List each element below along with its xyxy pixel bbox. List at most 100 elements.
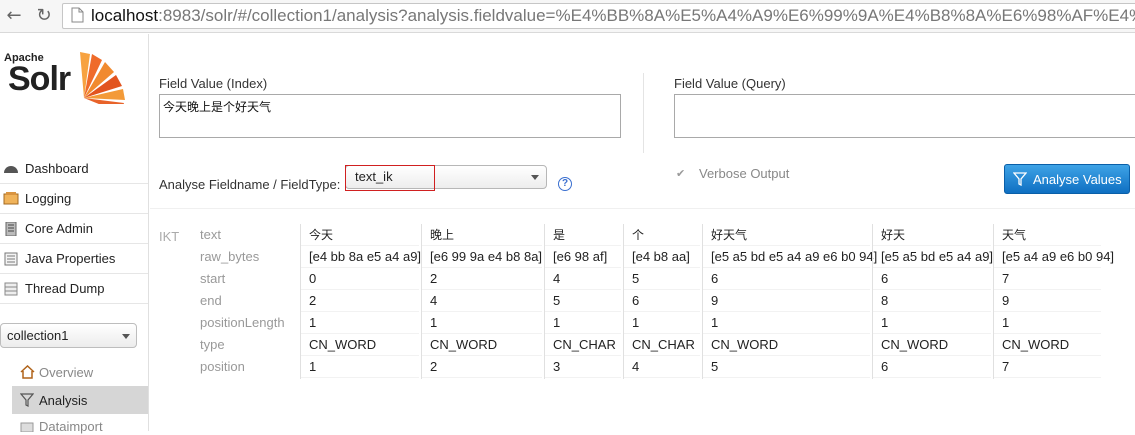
main-menu: Dashboard Logging Core Admin Java Proper…	[0, 154, 148, 304]
token-end-cell: 9	[994, 290, 1101, 312]
token-text-cell: 个	[624, 224, 700, 246]
token-positionlength-cell: 1	[873, 312, 991, 334]
token-positionlength-cell: 1	[994, 312, 1101, 334]
fieldtype-select[interactable]: text_ik	[345, 165, 547, 191]
token-end-cell: 6	[624, 290, 700, 312]
core-item-analysis[interactable]: Analysis	[12, 386, 148, 414]
token-column: 个 [e4 b8 aa] 5 6 1 CN_CHAR 4	[623, 224, 700, 379]
core-item-label: Analysis	[39, 392, 88, 408]
core-item-label: Dataimport	[39, 419, 103, 434]
token-type-cell: CN_WORD	[301, 334, 419, 356]
token-position-cell: 7	[994, 356, 1101, 378]
row-label: text	[200, 227, 221, 242]
browser-toolbar: ← ↻ localhost:8983/solr/#/collection1/an…	[0, 0, 1135, 33]
logo-solr-text[interactable]: Solr	[8, 60, 71, 99]
dataimport-icon	[20, 420, 36, 434]
field-value-index-label: Field Value (Index)	[159, 76, 268, 91]
core-admin-icon	[3, 221, 21, 236]
token-positionlength-cell: 1	[545, 312, 621, 334]
home-icon	[20, 364, 36, 379]
sidebar-item-label: Thread Dump	[25, 281, 105, 296]
core-selector[interactable]: collection1	[0, 323, 137, 348]
back-arrow-icon[interactable]: ←	[2, 4, 26, 28]
highlight-box	[345, 165, 435, 191]
url-path: :8983/solr/#/collection1/analysis?analys…	[158, 6, 1135, 25]
token-positionlength-cell: 1	[301, 312, 419, 334]
sidebar-item-dashboard[interactable]: Dashboard	[0, 154, 148, 184]
token-position-cell: 5	[703, 356, 870, 378]
sidebar-item-core-admin[interactable]: Core Admin	[0, 214, 148, 244]
token-text-cell: 是	[545, 224, 621, 246]
token-column: 晚上 [e6 99 9a e4 b8 8a] 2 4 1 CN_WORD 2	[421, 224, 542, 379]
logging-icon	[3, 191, 21, 206]
token-text-cell: 晚上	[422, 224, 542, 246]
token-position-cell: 3	[545, 356, 621, 378]
core-item-label: Overview	[39, 364, 94, 380]
help-icon[interactable]: ?	[558, 177, 572, 191]
token-start-cell: 0	[301, 268, 419, 290]
token-type-cell: CN_CHAR	[545, 334, 621, 356]
chevron-down-icon	[122, 334, 130, 339]
analyse-values-label: Analyse Values	[1033, 171, 1122, 187]
column-divider	[643, 73, 644, 153]
token-end-cell: 8	[873, 290, 991, 312]
row-label: positionLength	[200, 315, 285, 330]
analysis-row-labels: text raw_bytes start end positionLength …	[200, 224, 298, 378]
token-position-cell: 2	[422, 356, 542, 378]
solr-logo-sun-icon	[66, 40, 130, 113]
token-text-cell: 天气	[994, 224, 1101, 246]
address-bar[interactable]: localhost:8983/solr/#/collection1/analys…	[62, 3, 1135, 29]
analysis-stage-name: IKT	[159, 229, 180, 244]
checkbox-checked-icon[interactable]: ✔	[676, 168, 688, 180]
token-type-cell: CN_WORD	[873, 334, 991, 356]
thread-dump-icon	[3, 282, 21, 296]
analyse-values-button[interactable]: Analyse Values	[1004, 164, 1130, 194]
filter-icon	[19, 393, 36, 407]
token-start-cell: 5	[624, 268, 700, 290]
chevron-down-icon	[531, 175, 539, 180]
row-label: type	[200, 337, 225, 352]
token-text-cell: 今天	[301, 224, 419, 246]
token-start-cell: 7	[994, 268, 1101, 290]
row-label: raw_bytes	[200, 249, 260, 264]
token-end-cell: 9	[703, 290, 870, 312]
url-host: localhost	[91, 6, 159, 25]
sidebar-item-java-properties[interactable]: Java Properties	[0, 244, 148, 274]
dashboard-icon	[3, 162, 21, 176]
token-position-cell: 1	[301, 356, 419, 378]
field-value-index-input[interactable]	[159, 94, 621, 138]
core-item-dataimport[interactable]: Dataimport	[12, 414, 148, 434]
token-type-cell: CN_WORD	[422, 334, 542, 356]
token-end-cell: 5	[545, 290, 621, 312]
token-start-cell: 6	[703, 268, 870, 290]
field-value-query-input[interactable]	[674, 94, 1135, 138]
token-column: 好天气 [e5 a5 bd e5 a4 a9 e6 b0 94] 6 9 1 CN_WOR…	[702, 224, 877, 379]
token-raw_bytes-cell: [e4 b8 aa]	[624, 246, 700, 268]
reload-icon[interactable]: ↻	[32, 4, 56, 28]
sidebar-item-label: Java Properties	[25, 251, 116, 266]
token-column: 天气 [e5 a4 a9 e6 b0 94] 7 9 1 CN_WORD 7	[993, 224, 1114, 379]
verbose-output-label: Verbose Output	[699, 166, 790, 181]
row-label: end	[200, 293, 222, 308]
verbose-output-toggle[interactable]: ✔ Verbose Output	[676, 166, 789, 181]
core-item-overview[interactable]: Overview	[12, 358, 148, 386]
token-start-cell: 6	[873, 268, 991, 290]
token-end-cell: 2	[301, 290, 419, 312]
token-column: 好天 [e5 a5 bd e5 a4 a9] 6 8 1 CN_WORD 6	[872, 224, 993, 379]
field-value-query-label: Field Value (Query)	[674, 76, 786, 91]
token-raw_bytes-cell: [e5 a5 bd e5 a4 a9]	[873, 246, 993, 268]
token-positionlength-cell: 1	[422, 312, 542, 334]
sidebar-item-label: Core Admin	[25, 221, 93, 236]
sidebar-item-label: Logging	[25, 191, 72, 206]
sidebar-item-logging[interactable]: Logging	[0, 184, 148, 214]
token-text-cell: 好天	[873, 224, 991, 246]
token-position-cell: 4	[624, 356, 700, 378]
token-raw_bytes-cell: [e5 a4 a9 e6 b0 94]	[994, 246, 1114, 268]
sidebar-item-thread-dump[interactable]: Thread Dump	[0, 274, 148, 304]
token-type-cell: CN_CHAR	[624, 334, 700, 356]
token-raw_bytes-cell: [e5 a5 bd e5 a4 a9 e6 b0 94]	[703, 246, 877, 268]
fieldname-label: Analyse Fieldname / FieldType:	[159, 177, 341, 192]
core-selector-value: collection1	[7, 328, 69, 343]
page-icon	[71, 7, 85, 24]
token-type-cell: CN_WORD	[703, 334, 870, 356]
